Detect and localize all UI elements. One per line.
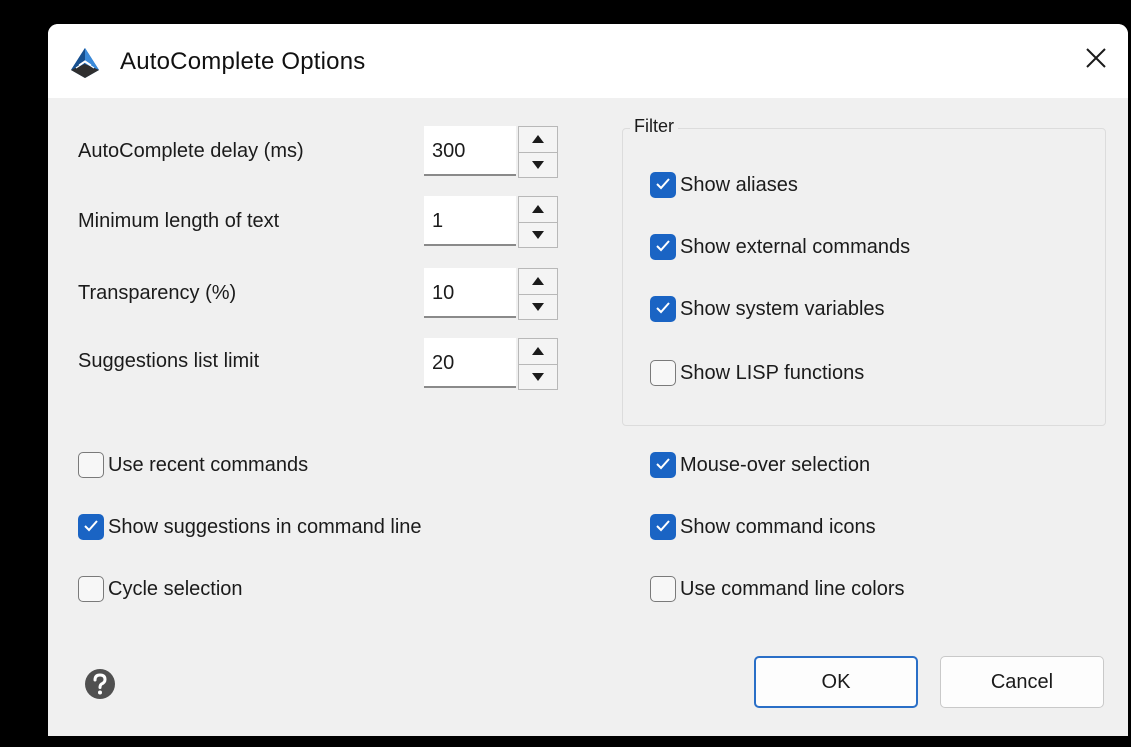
use-recent-commands-checkbox[interactable]: Use recent commands [78, 452, 308, 478]
show-external-commands-checkbox[interactable]: Show external commands [650, 234, 910, 260]
arrow-up-icon [532, 272, 544, 290]
arrow-up-icon [532, 130, 544, 148]
filter-group-title: Filter [630, 116, 678, 137]
autocomplete-options-dialog: AutoComplete Options AutoComplete delay … [48, 24, 1128, 736]
show-suggestions-checkbox[interactable]: Show suggestions in command line [78, 514, 422, 540]
spin-down-button[interactable] [518, 152, 558, 178]
checkmark-icon [655, 236, 671, 259]
arrow-down-icon [532, 368, 544, 386]
arrow-up-icon [532, 200, 544, 218]
checkbox-box [78, 452, 104, 478]
suggestions-limit-spinner: 20 [424, 338, 558, 390]
spin-down-button[interactable] [518, 222, 558, 248]
checkmark-icon [655, 454, 671, 477]
minimum-length-input[interactable]: 1 [424, 196, 516, 246]
arrow-down-icon [532, 298, 544, 316]
autocomplete-delay-label: AutoComplete delay (ms) [78, 140, 304, 162]
mouse-over-selection-checkbox[interactable]: Mouse-over selection [650, 452, 870, 478]
show-command-icons-checkbox[interactable]: Show command icons [650, 514, 876, 540]
checkbox-box [650, 514, 676, 540]
show-lisp-functions-label: Show LISP functions [680, 361, 865, 384]
ok-button[interactable]: OK [754, 656, 918, 708]
checkbox-box [650, 172, 676, 198]
show-suggestions-label: Show suggestions in command line [108, 515, 422, 538]
spin-buttons [518, 126, 558, 178]
spin-down-button[interactable] [518, 364, 558, 390]
spin-buttons [518, 268, 558, 320]
transparency-input[interactable]: 10 [424, 268, 516, 318]
checkmark-icon [655, 298, 671, 321]
show-lisp-functions-checkbox[interactable]: Show LISP functions [650, 360, 864, 386]
checkbox-box [650, 452, 676, 478]
transparency-spinner: 10 [424, 268, 558, 320]
help-question-icon[interactable] [84, 668, 116, 700]
checkbox-box [650, 234, 676, 260]
checkbox-box [650, 296, 676, 322]
use-command-line-colors-label: Use command line colors [680, 577, 905, 600]
cycle-selection-label: Cycle selection [108, 577, 243, 600]
window-title: AutoComplete Options [120, 48, 366, 75]
checkbox-box [78, 576, 104, 602]
checkbox-box [78, 514, 104, 540]
checkbox-box [650, 360, 676, 386]
show-system-variables-checkbox[interactable]: Show system variables [650, 296, 885, 322]
arrow-up-icon [532, 342, 544, 360]
spin-up-button[interactable] [518, 268, 558, 295]
arrow-down-icon [532, 226, 544, 244]
show-command-icons-label: Show command icons [680, 515, 876, 538]
spin-up-button[interactable] [518, 126, 558, 153]
checkmark-icon [83, 516, 99, 539]
suggestions-limit-input[interactable]: 20 [424, 338, 516, 388]
spin-down-button[interactable] [518, 294, 558, 320]
checkmark-icon [655, 516, 671, 539]
mouse-over-selection-label: Mouse-over selection [680, 453, 871, 476]
app-logo-icon [68, 46, 102, 80]
minimum-length-spinner: 1 [424, 196, 558, 248]
checkmark-icon [655, 174, 671, 197]
use-command-line-colors-checkbox[interactable]: Use command line colors [650, 576, 905, 602]
close-button[interactable] [1070, 38, 1122, 82]
show-external-commands-label: Show external commands [680, 235, 911, 258]
show-system-variables-label: Show system variables [680, 297, 885, 320]
cancel-button[interactable]: Cancel [940, 656, 1104, 708]
title-bar: AutoComplete Options [48, 24, 1128, 98]
transparency-label: Transparency (%) [78, 282, 237, 304]
autocomplete-delay-input[interactable]: 300 [424, 126, 516, 176]
spin-up-button[interactable] [518, 196, 558, 223]
suggestions-limit-label: Suggestions list limit [78, 350, 260, 372]
autocomplete-delay-spinner: 300 [424, 126, 558, 178]
cycle-selection-checkbox[interactable]: Cycle selection [78, 576, 243, 602]
spin-up-button[interactable] [518, 338, 558, 365]
use-recent-commands-label: Use recent commands [108, 453, 309, 476]
arrow-down-icon [532, 156, 544, 174]
minimum-length-label: Minimum length of text [78, 210, 280, 232]
spin-buttons [518, 338, 558, 390]
show-aliases-checkbox[interactable]: Show aliases [650, 172, 798, 198]
show-aliases-label: Show aliases [680, 173, 798, 196]
checkbox-box [650, 576, 676, 602]
spin-buttons [518, 196, 558, 248]
close-icon [1085, 47, 1107, 74]
